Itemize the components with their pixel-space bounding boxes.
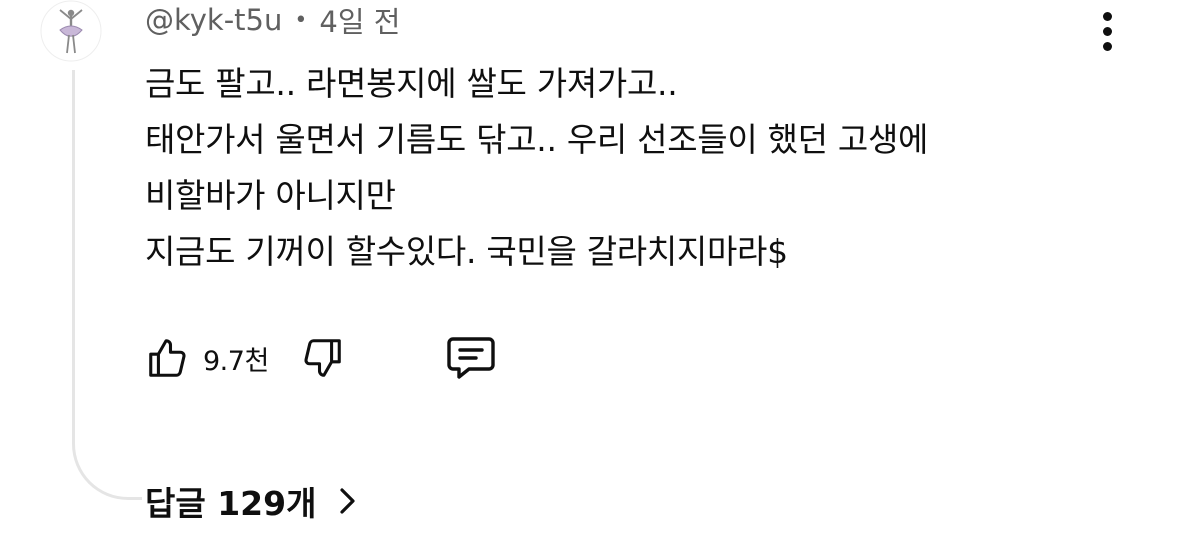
comment-line: 비할바가 아니지만 bbox=[145, 176, 396, 215]
timestamp[interactable]: 4일 전 bbox=[319, 0, 400, 41]
thread-line bbox=[72, 70, 142, 500]
like-count: 9.7천 bbox=[203, 345, 269, 377]
view-replies-button[interactable]: 답글 129개 bbox=[145, 478, 358, 524]
author-handle[interactable]: @kyk-t5u bbox=[145, 3, 282, 37]
comment-actions: 9.7천 bbox=[145, 333, 497, 383]
avatar[interactable] bbox=[40, 0, 102, 62]
chevron-right-icon bbox=[338, 486, 358, 516]
more-vertical-icon-dot bbox=[1102, 41, 1112, 51]
ballerina-avatar-icon bbox=[40, 0, 102, 62]
more-vertical-icon-dot bbox=[1102, 11, 1112, 21]
thumbs-down-icon bbox=[304, 339, 341, 377]
comment-line: 태안가서 울면서 기름도 닦고.. 우리 선조들이 했던 고생에 bbox=[145, 120, 929, 159]
like-button[interactable]: 9.7천 bbox=[145, 335, 269, 381]
reply-button[interactable] bbox=[445, 333, 497, 383]
comment-line: 금도 팔고.. 라면봉지에 쌀도 가져가고.. bbox=[145, 64, 678, 103]
thumbs-up-icon bbox=[149, 339, 186, 377]
meta-separator: • bbox=[294, 7, 308, 33]
replies-label: 답글 129개 bbox=[145, 484, 317, 523]
dislike-button[interactable] bbox=[299, 335, 345, 381]
comment-text: 금도 팔고.. 라면봉지에 쌀도 가져가고.. 태안가서 울면서 기름도 닦고.… bbox=[145, 56, 1105, 280]
comment-line: 지금도 기꺼이 할수있다. 국민을 갈라치지마라$ bbox=[145, 232, 788, 271]
comment-meta: @kyk-t5u • 4일 전 bbox=[145, 0, 400, 41]
more-vertical-icon-dot bbox=[1102, 26, 1112, 36]
comment-icon bbox=[447, 337, 495, 379]
more-options-button[interactable] bbox=[1090, 8, 1124, 54]
